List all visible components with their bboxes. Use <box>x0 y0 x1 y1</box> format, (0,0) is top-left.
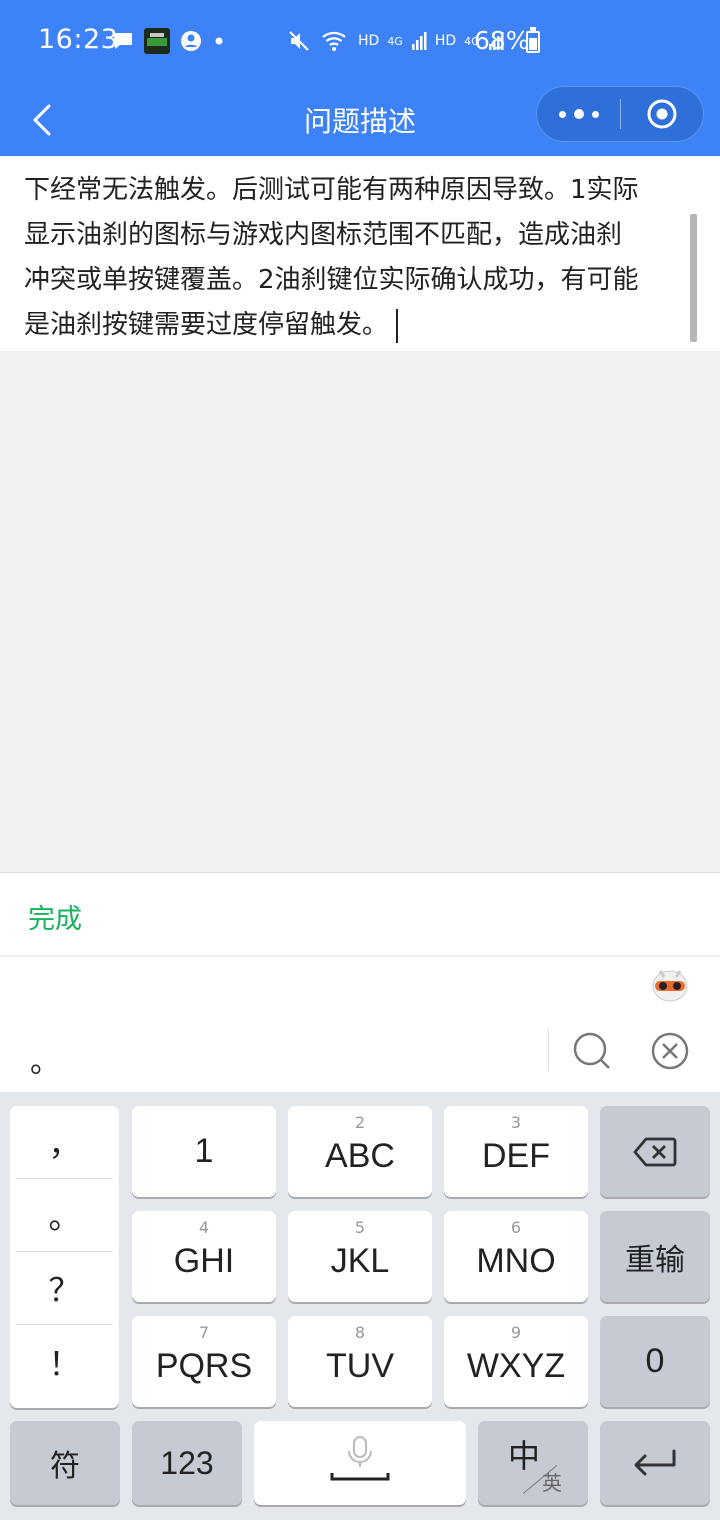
key-digit: 9 <box>510 1323 522 1342</box>
status-time: 16:23 <box>38 24 119 55</box>
enter-key[interactable] <box>600 1421 710 1505</box>
key-label: MNO <box>476 1242 556 1280</box>
battery-icon <box>526 27 540 53</box>
key-digit: 7 <box>198 1323 210 1342</box>
key-label: ABC <box>325 1137 395 1175</box>
wifi-icon <box>322 31 346 51</box>
numbers-key[interactable]: 123 <box>132 1421 242 1505</box>
symbols-key[interactable]: 符 <box>10 1421 120 1505</box>
key-digit: 2 <box>354 1113 366 1132</box>
key-label: JKL <box>330 1242 390 1280</box>
nav-bar: 问题描述 <box>0 86 720 156</box>
key-0[interactable]: 0 <box>600 1316 710 1407</box>
candidate-divider <box>548 1029 549 1071</box>
key-label: DEF <box>482 1137 550 1175</box>
signal-icon-1 <box>411 32 427 50</box>
key-label: 1 <box>194 1132 214 1170</box>
4g-label-1: 4G <box>387 34 403 48</box>
key-1[interactable]: 1 <box>132 1106 276 1197</box>
text-line: 显示油刹的图标与游戏内图标范围不匹配，造成油刹 <box>24 220 623 250</box>
key-label: 重输 <box>625 1243 685 1277</box>
done-button[interactable]: 完成 <box>28 897 82 936</box>
key-label: 0 <box>645 1342 665 1380</box>
backspace-icon <box>633 1137 677 1166</box>
hd-label-2: HD <box>434 33 457 49</box>
system-icons: HD 4G HD 4G <box>286 28 504 54</box>
key-9-wxyz[interactable]: 9 WXYZ <box>444 1316 588 1407</box>
account-icon <box>181 31 201 51</box>
punct-comma-key[interactable]: ， <box>16 1106 113 1179</box>
done-bar: 完成 <box>0 872 720 956</box>
retype-key[interactable]: 重输 <box>600 1211 710 1302</box>
scrollbar[interactable] <box>690 214 697 342</box>
text-cursor <box>396 308 399 343</box>
search-icon[interactable] <box>570 1029 614 1073</box>
close-icon[interactable] <box>648 1029 692 1073</box>
key-label: 123 <box>160 1444 214 1481</box>
microphone-icon <box>330 1436 390 1481</box>
key-7-pqrs[interactable]: 7 PQRS <box>132 1316 276 1407</box>
key-label: TUV <box>326 1347 394 1385</box>
target-close-icon <box>647 99 677 129</box>
close-miniprogram-button[interactable] <box>621 87 703 141</box>
hd-label-1: HD <box>358 33 380 49</box>
enter-icon <box>634 1449 676 1476</box>
candidate-item[interactable]: 。 <box>30 1037 60 1081</box>
mute-icon <box>289 31 309 51</box>
description-text: 下经常无法触发。后测试可能有两种原因导致。1实际 显示油刹的图标与游戏内图标范围… <box>24 168 692 348</box>
battery-percent: 68% <box>474 26 530 55</box>
key-label: WXYZ <box>466 1347 566 1385</box>
key-digit: 8 <box>354 1323 366 1342</box>
key-6-mno[interactable]: 6 MNO <box>444 1211 588 1302</box>
more-button[interactable] <box>537 87 620 141</box>
description-textarea[interactable]: 下经常无法触发。后测试可能有两种原因导致。1实际 显示油刹的图标与游戏内图标范围… <box>0 156 720 351</box>
miniprogram-capsule <box>536 86 704 142</box>
message-icon <box>114 33 132 49</box>
notification-icons <box>112 28 226 54</box>
nine-key-keyboard: ， 。 ？ ！ 1 2 ABC 3 DEF 4 GHI 5 JKL 6 MNO … <box>0 1092 720 1520</box>
key-digit: 5 <box>354 1218 366 1237</box>
text-line: 冲突或单按键覆盖。2油刹键位实际确认成功，有可能 <box>24 265 639 295</box>
ime-candidate-bar: 。 <box>0 957 720 1092</box>
key-2-abc[interactable]: 2 ABC <box>288 1106 432 1197</box>
language-switch-key[interactable]: 中 英 <box>478 1421 588 1505</box>
key-4-ghi[interactable]: 4 GHI <box>132 1211 276 1302</box>
key-3-def[interactable]: 3 DEF <box>444 1106 588 1197</box>
game-app-icon <box>144 28 170 54</box>
status-bar: 16:23 HD 4G HD 4G 68% <box>0 0 720 86</box>
key-digit: 6 <box>510 1218 522 1237</box>
backspace-key[interactable] <box>600 1106 710 1197</box>
key-digit: 3 <box>510 1113 522 1132</box>
text-line: 下经常无法触发。后测试可能有两种原因导致。1实际 <box>24 175 639 205</box>
text-line: 是油刹按键需要过度停留触发。 <box>24 310 389 340</box>
dot-icon <box>215 37 223 45</box>
lang-main-label: 中 <box>508 1437 541 1475</box>
punct-period-key[interactable]: 。 <box>16 1179 113 1252</box>
key-8-tuv[interactable]: 8 TUV <box>288 1316 432 1407</box>
key-label: PQRS <box>155 1347 253 1385</box>
ime-mascot-icon[interactable] <box>648 962 692 1006</box>
text-line-last: 是油刹按键需要过度停留触发。 <box>24 303 692 348</box>
key-digit: 4 <box>198 1218 210 1237</box>
punct-question-key[interactable]: ？ <box>16 1252 113 1325</box>
punctuation-column: ， 。 ？ ！ <box>10 1106 119 1408</box>
punct-exclaim-key[interactable]: ！ <box>16 1325 113 1398</box>
key-label: GHI <box>173 1242 235 1280</box>
key-label: 符 <box>50 1450 80 1483</box>
lang-alt-label: 英 <box>542 1471 562 1495</box>
key-5-jkl[interactable]: 5 JKL <box>288 1211 432 1302</box>
space-voice-key[interactable] <box>254 1421 466 1505</box>
